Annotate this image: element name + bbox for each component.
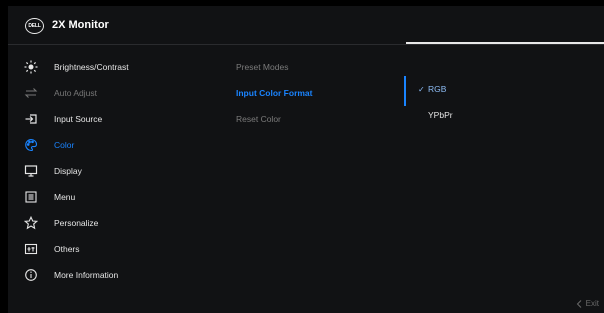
- input-source-icon: [23, 111, 39, 127]
- others-icon: [23, 241, 39, 257]
- menu-item-display[interactable]: Display: [8, 158, 228, 184]
- brightness-icon: [23, 59, 39, 75]
- menu-item-auto-adjust[interactable]: Auto Adjust: [8, 80, 228, 106]
- menu-item-color[interactable]: Color: [8, 132, 228, 158]
- submenu-item-input-color-format[interactable]: Input Color Format: [236, 80, 313, 106]
- menu-label: Brightness/Contrast: [54, 62, 129, 72]
- checkmark-icon: ✓: [418, 84, 425, 94]
- menu-item-others[interactable]: Others: [8, 236, 228, 262]
- exit-button[interactable]: Exit: [576, 299, 599, 308]
- star-icon: [23, 215, 39, 231]
- menu-label: Auto Adjust: [54, 88, 98, 98]
- menu-icon: [23, 189, 39, 205]
- menu-label: Menu: [54, 192, 76, 202]
- submenu-item-reset-color[interactable]: Reset Color: [236, 106, 281, 132]
- option-rgb[interactable]: ✓ RGB: [418, 76, 446, 102]
- dell-logo: DELL: [25, 18, 44, 34]
- header-highlight-bar: [406, 42, 604, 44]
- color-palette-icon: [23, 137, 39, 153]
- menu-label: Others: [54, 244, 80, 254]
- logo-text: DELL: [28, 23, 41, 29]
- chevron-left-icon: [576, 299, 582, 308]
- auto-adjust-icon: [23, 85, 39, 101]
- submenu-item-preset-modes[interactable]: Preset Modes: [236, 54, 288, 80]
- menu-item-input-source[interactable]: Input Source: [8, 106, 228, 132]
- info-icon: [23, 267, 39, 283]
- menu-item-brightness-contrast[interactable]: Brightness/Contrast: [8, 54, 228, 80]
- monitor-title: 2X Monitor: [52, 19, 109, 31]
- menu-item-personalize[interactable]: Personalize: [8, 210, 228, 236]
- display-icon: [23, 163, 39, 179]
- option-ypbpr[interactable]: YPbPr: [428, 102, 453, 128]
- menu-item-menu[interactable]: Menu: [8, 184, 228, 210]
- option-label: YPbPr: [428, 110, 453, 120]
- option-focus-bar: [404, 76, 406, 106]
- menu-label: Display: [54, 166, 82, 176]
- menu-item-more-information[interactable]: More Information: [8, 262, 228, 288]
- menu-label: Personalize: [54, 218, 99, 228]
- osd-panel: DELL 2X Monitor Brightness/Contrast Auto…: [8, 6, 604, 313]
- menu-label: Color: [54, 140, 75, 150]
- osd-header: DELL 2X Monitor: [8, 6, 604, 45]
- screen: DELL 2X Monitor Brightness/Contrast Auto…: [0, 0, 604, 313]
- option-label: RGB: [428, 84, 447, 94]
- exit-label: Exit: [585, 299, 599, 308]
- menu-label: More Information: [54, 270, 119, 280]
- menu-label: Input Source: [54, 114, 103, 124]
